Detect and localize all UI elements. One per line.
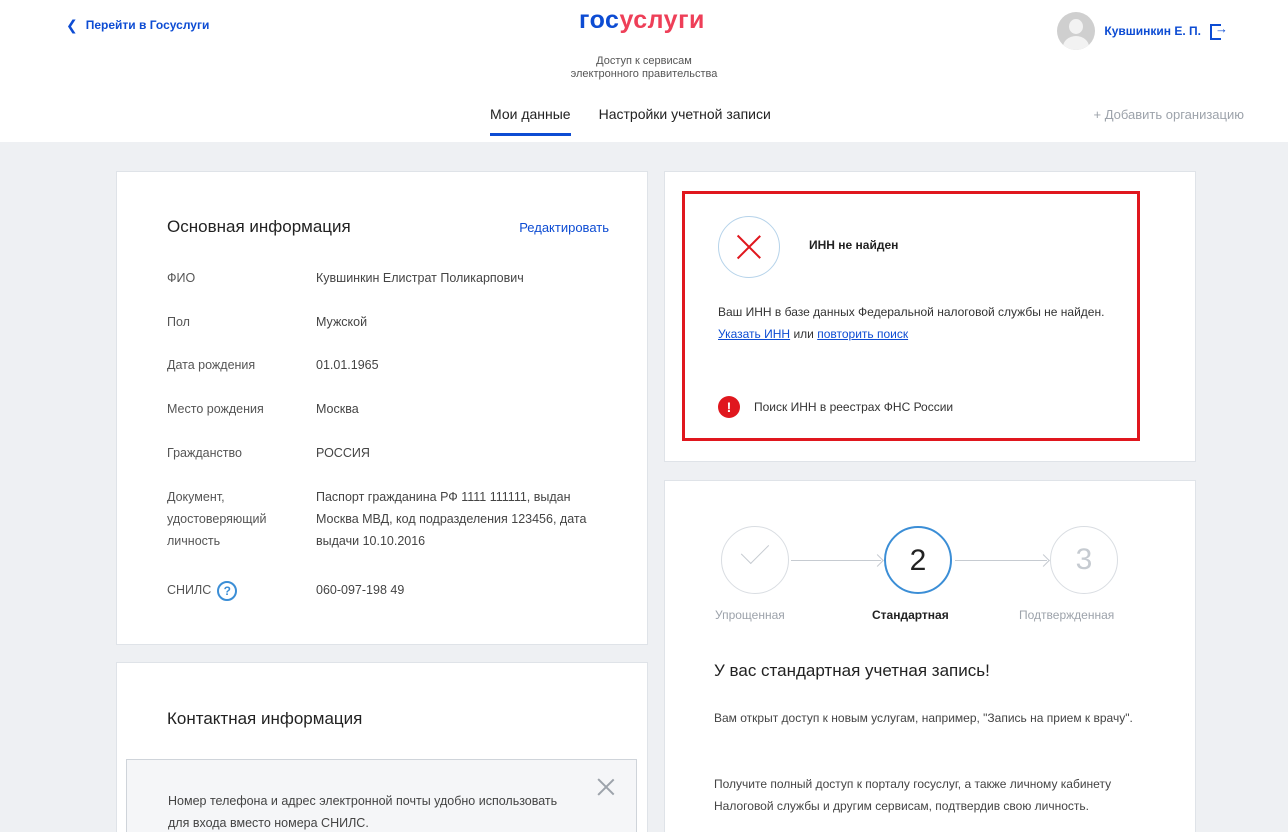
- logout-icon[interactable]: [1210, 21, 1228, 40]
- info-label: Дата рождения: [167, 358, 256, 372]
- inn-text-mid: или: [793, 327, 814, 341]
- inn-alert-box: ИНН не найден Ваш ИНН в базе данных Феде…: [682, 191, 1140, 441]
- back-to-gosuslugi-link[interactable]: ❮ Перейти в Госуслуги: [66, 18, 209, 32]
- step-simplified-circle: [721, 526, 789, 594]
- tab-my-data[interactable]: Мои данные: [490, 106, 571, 136]
- snils-label: СНИЛС: [167, 583, 212, 597]
- tab-account-settings[interactable]: Настройки учетной записи: [599, 106, 771, 136]
- contact-notice: Номер телефона и адрес электронной почты…: [126, 759, 637, 832]
- info-label: Пол: [167, 315, 190, 329]
- account-level-text-1: Вам открыт доступ к новым услугам, напри…: [714, 711, 1133, 725]
- page-header: ❮ Перейти в Госуслуги госуслуги Доступ к…: [0, 0, 1288, 142]
- info-value: 060-097-198 49: [316, 583, 405, 597]
- account-level-title: У вас стандартная учетная запись!: [714, 661, 990, 680]
- info-row-document: Документ, удостоверяющий личность Паспор…: [167, 486, 607, 552]
- contact-info-card: Контактная информация Номер телефона и а…: [116, 662, 648, 832]
- subtitle-line-1: Доступ к сервисам: [596, 55, 692, 67]
- info-value: Москва: [316, 402, 359, 416]
- avatar[interactable]: [1057, 12, 1096, 50]
- step-label-confirmed: Подтвержденная: [1019, 608, 1115, 622]
- checkmark-icon: [740, 535, 770, 565]
- specify-inn-link[interactable]: Указать ИНН: [718, 327, 790, 341]
- exclamation-icon: !: [718, 396, 740, 418]
- close-icon[interactable]: [596, 776, 616, 796]
- info-label: Гражданство: [167, 446, 242, 460]
- logo-part-gos: гос: [579, 6, 620, 34]
- info-label: Место рождения: [167, 402, 264, 416]
- edit-button[interactable]: Редактировать: [519, 220, 609, 235]
- info-row-gender: Пол Мужской: [167, 311, 607, 333]
- info-value: Кувшинкин Елистрат Поликарпович: [316, 271, 524, 285]
- arrow-right-icon: [791, 560, 881, 561]
- subtitle-line-2: электронного правительства: [570, 68, 718, 80]
- info-row-birth-date: Дата рождения 01.01.1965: [167, 354, 607, 376]
- step-confirmed-circle: 3: [1050, 526, 1118, 594]
- info-row-fio: ФИО Кувшинкин Елистрат Поликарпович: [167, 267, 607, 289]
- basic-info-title: Основная информация: [167, 217, 351, 236]
- info-value: РОССИЯ: [316, 446, 370, 460]
- chevron-left-icon: ❮: [66, 17, 78, 33]
- info-row-snils: СНИЛС? 060-097-198 49: [167, 579, 607, 601]
- arrow-right-icon: [955, 560, 1047, 561]
- contact-info-title: Контактная информация: [167, 709, 363, 728]
- account-level-text-2: Получите полный доступ к порталу госуслу…: [714, 777, 1112, 813]
- info-row-citizenship: Гражданство РОССИЯ: [167, 442, 607, 464]
- gosuslugi-logo[interactable]: госуслуги: [579, 6, 705, 35]
- help-icon[interactable]: ?: [217, 580, 238, 601]
- info-value: Паспорт гражданина РФ 1111 111111, выдан…: [316, 490, 587, 548]
- info-label: ФИО: [167, 271, 196, 285]
- logo-part-uslugi: услуги: [619, 6, 705, 34]
- account-level-card: 2 3 Упрощенная Стандартная Подтвержденна…: [664, 480, 1196, 832]
- user-menu[interactable]: Кувшинкин Е. П.: [1057, 12, 1228, 50]
- main-tabs: Мои данные Настройки учетной записи: [490, 106, 771, 136]
- step-label-standard: Стандартная: [872, 608, 949, 622]
- user-name[interactable]: Кувшинкин Е. П.: [1104, 24, 1201, 38]
- basic-info-card: Основная информация Редактировать ФИО Ку…: [116, 171, 648, 645]
- inn-title: ИНН не найден: [809, 238, 899, 252]
- info-value: Мужской: [316, 315, 368, 329]
- error-x-icon: [718, 216, 780, 278]
- info-row-birth-place: Место рождения Москва: [167, 398, 607, 420]
- back-link-label: Перейти в Госуслуги: [85, 18, 210, 32]
- add-organization-link[interactable]: + Добавить организацию: [1093, 107, 1244, 122]
- inn-status-text: Поиск ИНН в реестрах ФНС России: [754, 400, 954, 414]
- inn-text-before: Ваш ИНН в базе данных Федеральной налого…: [718, 305, 1105, 319]
- step-label-simplified: Упрощенная: [715, 608, 785, 622]
- inn-search-status: ! Поиск ИНН в реестрах ФНС России: [718, 396, 953, 418]
- header-subtitle: Доступ к сервисам электронного правитель…: [0, 55, 1288, 81]
- info-label: СНИЛС?: [167, 579, 316, 601]
- retry-search-link[interactable]: повторить поиск: [817, 327, 908, 341]
- inn-card: ИНН не найден Ваш ИНН в базе данных Феде…: [664, 171, 1196, 462]
- notice-text: Номер телефона и адрес электронной почты…: [168, 794, 558, 830]
- inn-message: Ваш ИНН в базе данных Федеральной налого…: [718, 301, 1128, 345]
- info-value: 01.01.1965: [316, 358, 379, 372]
- info-label: Документ, удостоверяющий личность: [167, 490, 267, 548]
- step-standard-circle: 2: [884, 526, 952, 594]
